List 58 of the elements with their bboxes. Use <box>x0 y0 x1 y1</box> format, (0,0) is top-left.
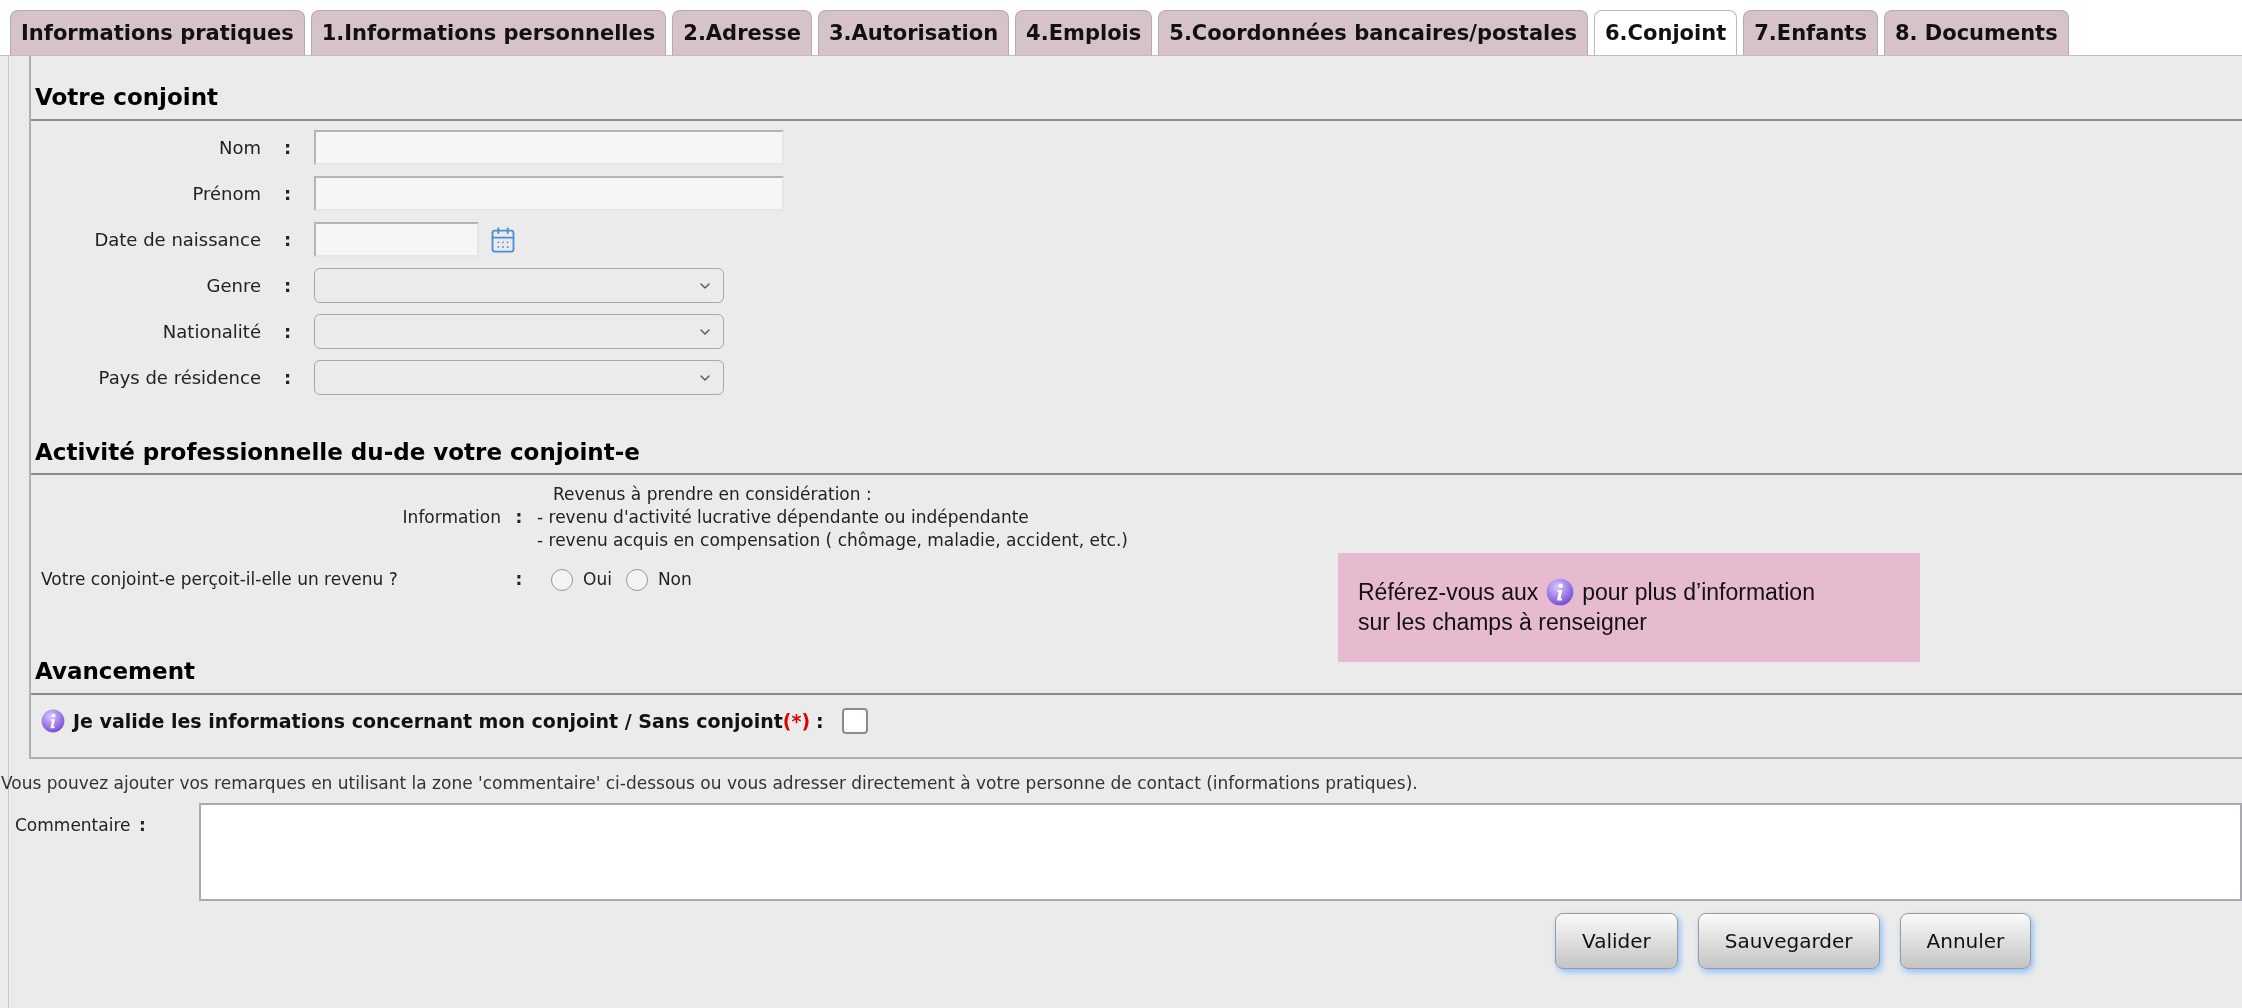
information-text: Revenus à prendre en considération : <box>552 483 873 506</box>
tab[interactable]: 2.Adresse <box>672 10 812 55</box>
field-label: Date de naissance <box>93 228 261 252</box>
dropdown[interactable] <box>314 314 724 349</box>
section-heading: Activité professionnelle du-de votre conjoint-e <box>35 438 640 465</box>
colon: : <box>816 708 824 734</box>
field-label: Genre <box>205 274 261 298</box>
colon: : <box>282 182 293 206</box>
section-heading: Avancement <box>35 658 196 684</box>
colon: : <box>282 320 293 344</box>
colon: : <box>514 568 524 592</box>
form-button[interactable]: Annuler <box>1899 912 2032 969</box>
radio-button[interactable] <box>551 569 573 591</box>
required-mark: (*) <box>782 708 811 734</box>
colon: : <box>282 274 293 298</box>
tab[interactable]: Informations pratiques <box>10 10 305 55</box>
tab[interactable]: 6.Conjoint <box>1594 10 1738 55</box>
form-button[interactable]: Valider <box>1555 912 1678 969</box>
colon: : <box>282 228 293 252</box>
comment-field[interactable] <box>199 802 2242 901</box>
radio-label: Non <box>657 568 692 592</box>
field-label: Prénom <box>191 182 261 206</box>
tab[interactable]: 1.Informations personnelles <box>310 10 667 55</box>
tab[interactable]: 7.Enfants <box>1743 10 1878 55</box>
remark-text: Vous pouvez ajouter vos remarques en utilisant la zone 'commentaire' ci-dessous ou vous adresser directement à votre personne de contact (informations pratiques). <box>1 772 1419 795</box>
information-text: - revenu d'activité lucrative dépendante ou indépendante <box>537 506 1030 529</box>
field-label: Pays de résidence <box>97 366 261 390</box>
dropdown[interactable] <box>314 268 724 303</box>
form-button[interactable]: Sauvegarder <box>1697 912 1880 969</box>
note-text: pour plus d’information <box>1582 578 1815 607</box>
colon: : <box>514 505 524 529</box>
info-icon <box>41 708 65 733</box>
radio-button[interactable] <box>625 569 648 591</box>
tab[interactable]: 8. Documents <box>1883 10 2069 55</box>
radio-label: Oui <box>583 568 612 592</box>
calendar-icon[interactable] <box>489 225 517 254</box>
colon: : <box>282 136 293 160</box>
tab[interactable]: 3.Autorisation <box>818 10 1010 55</box>
section-heading: Votre conjoint <box>35 84 219 110</box>
note-text: Référez-vous aux <box>1358 578 1539 607</box>
field-label: Nom <box>218 136 261 160</box>
comment-label: Commentaire <box>14 813 132 837</box>
note-text: sur les champs à renseigner <box>1358 608 1647 637</box>
validation-label: Je valide les informations concernant mon conjoint / Sans conjoint <box>73 708 783 734</box>
information-text: - revenu acquis en compensation ( chômage, maladie, accident, etc.) <box>537 529 1128 552</box>
colon: : <box>282 366 293 390</box>
question-label: Votre conjoint-e perçoit-il-elle un revenu ? <box>40 568 399 592</box>
dropdown[interactable] <box>314 360 724 395</box>
field-label: Information <box>401 505 501 529</box>
tab[interactable]: 5.Coordonnées bancaires/postales <box>1158 10 1588 55</box>
colon: : <box>139 813 147 837</box>
checkbox[interactable] <box>841 707 868 734</box>
text-field[interactable] <box>314 130 784 165</box>
date-field[interactable] <box>314 222 479 257</box>
info-icon <box>1546 578 1575 606</box>
tab[interactable]: 4.Emplois <box>1015 10 1153 55</box>
text-field[interactable] <box>314 176 784 211</box>
field-label: Nationalité <box>161 320 261 344</box>
